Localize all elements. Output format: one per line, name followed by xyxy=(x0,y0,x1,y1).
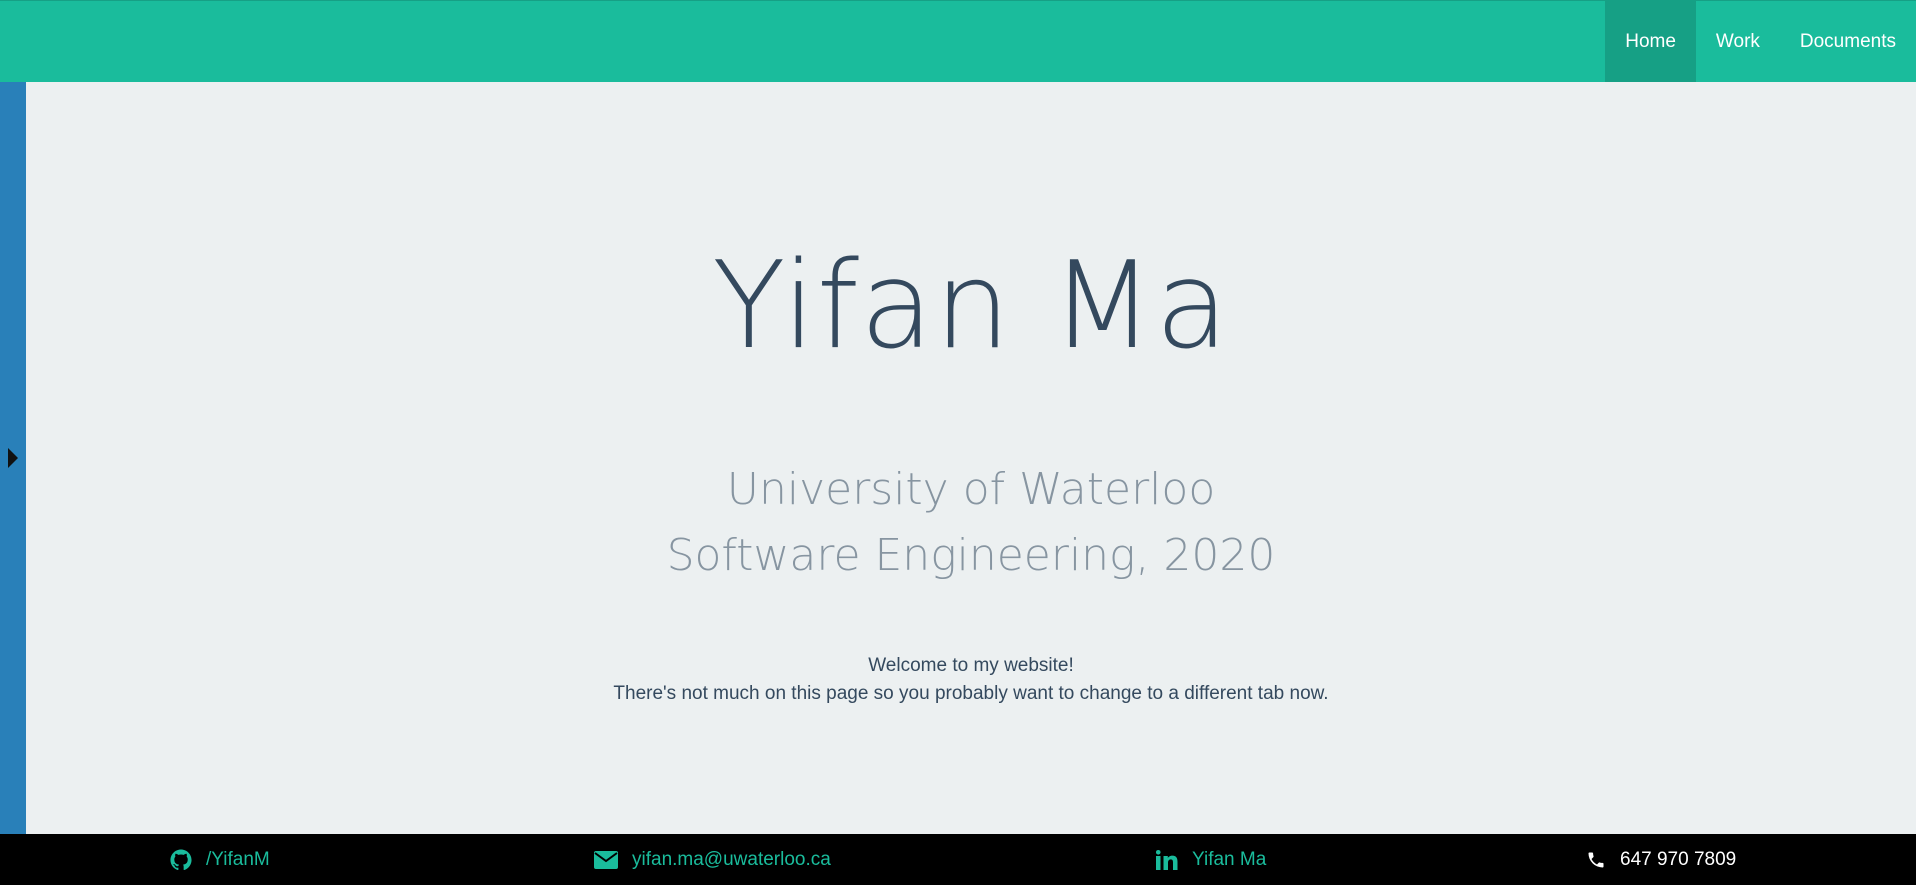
github-label[interactable]: /YifanM xyxy=(206,849,270,871)
main-content: Yifan Ma University of Waterloo Software… xyxy=(26,82,1916,834)
envelope-icon xyxy=(594,850,618,869)
hero-program: Software Engineering, 2020 xyxy=(666,530,1276,581)
hero-school: University of Waterloo xyxy=(726,464,1216,515)
nav-link-home[interactable]: Home xyxy=(1605,1,1696,82)
nav-links: Home Work Documents xyxy=(1605,1,1916,83)
footer-linkedin-link[interactable]: Yifan Ma xyxy=(1156,834,1266,885)
top-navbar: Home Work Documents xyxy=(0,0,1916,82)
email-label[interactable]: yifan.ma@uwaterloo.ca xyxy=(632,849,831,871)
footer-github-link[interactable]: /YifanM xyxy=(170,834,270,885)
welcome-subtext: There's not much on this page so you pro… xyxy=(613,683,1329,704)
welcome-text: Welcome to my website! xyxy=(868,655,1074,676)
sidebar-toggle[interactable] xyxy=(0,82,26,834)
github-icon xyxy=(170,848,192,871)
hero-name: Yifan Ma xyxy=(712,237,1230,376)
footer-email-link[interactable]: yifan.ma@uwaterloo.ca xyxy=(594,834,831,885)
footer-phone[interactable]: 647 970 7809 xyxy=(1586,834,1736,885)
caret-right-icon[interactable] xyxy=(8,448,18,468)
linkedin-label[interactable]: Yifan Ma xyxy=(1192,849,1266,871)
phone-icon xyxy=(1586,850,1606,870)
phone-label[interactable]: 647 970 7809 xyxy=(1620,849,1736,871)
nav-link-work[interactable]: Work xyxy=(1696,1,1780,82)
footer: /YifanM yifan.ma@uwaterloo.ca Yifan Ma 6… xyxy=(0,834,1916,885)
nav-link-documents[interactable]: Documents xyxy=(1780,1,1916,82)
linkedin-icon xyxy=(1156,849,1178,870)
